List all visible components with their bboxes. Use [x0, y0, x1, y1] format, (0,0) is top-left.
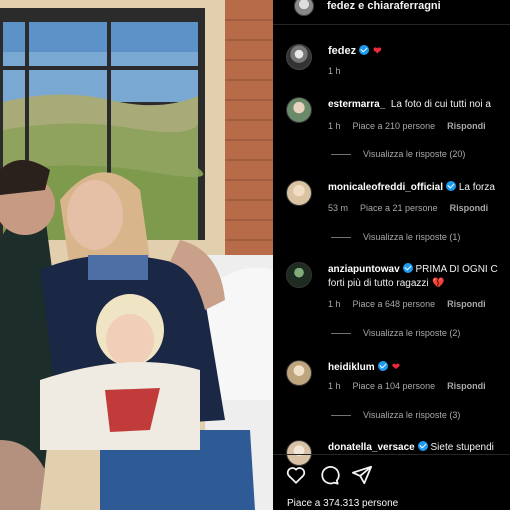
post-detail-panel: fedez e chiaraferragni fedez ❤ 1 h esterm…	[273, 0, 510, 510]
heart-icon[interactable]	[285, 464, 307, 486]
post-likes-count[interactable]: Piace a 374.313 persone	[287, 498, 398, 509]
comment-likes[interactable]: Piace a 210 persone	[353, 121, 436, 131]
comment-text-row: heidiklum ❤	[328, 361, 400, 375]
comment-text: La foto di cui tutti noi a	[390, 99, 491, 110]
comment-avatar[interactable]	[286, 97, 312, 123]
view-replies-button[interactable]: Visualizza le risposte (2)	[331, 328, 460, 338]
view-replies-label: Visualizza le risposte (20)	[363, 149, 466, 159]
post-header: fedez e chiaraferragni	[273, 0, 510, 20]
comment-username[interactable]: monicaleofreddi_official	[328, 182, 443, 193]
reply-button[interactable]: Rispondi	[447, 381, 486, 391]
caption-username[interactable]: fedez	[328, 45, 356, 57]
comment-text-row: donatella_versace Siete stupendi	[328, 441, 494, 455]
comment-likes[interactable]: Piace a 648 persone	[353, 299, 436, 309]
comment-time: 53 m	[328, 203, 349, 213]
verified-icon	[446, 181, 457, 191]
comment-text-cont: forti più di tutto ragazzi	[328, 278, 429, 289]
comment-text-row: anziapuntowav PRIMA DI OGNI C	[328, 263, 498, 277]
caption-username-row: fedez ❤	[328, 45, 382, 57]
post-photo[interactable]	[0, 0, 273, 510]
family-photo-image	[0, 0, 273, 510]
view-replies-button[interactable]: Visualizza le risposte (20)	[331, 149, 465, 159]
comment-likes[interactable]: Piace a 21 persone	[360, 203, 438, 213]
comment-username[interactable]: donatella_versace	[328, 442, 415, 453]
view-replies-button[interactable]: Visualizza le risposte (3)	[331, 410, 460, 420]
comment-likes[interactable]: Piace a 104 persone	[353, 381, 436, 391]
view-replies-label: Visualizza le risposte (3)	[363, 410, 461, 420]
comment-text-row: monicaleofreddi_official La forza	[328, 181, 495, 195]
red-heart-icon: ❤	[391, 362, 401, 373]
verified-icon	[377, 361, 388, 371]
post-header-title[interactable]: fedez e chiaraferragni	[327, 0, 441, 12]
replies-line	[331, 415, 351, 417]
reply-button[interactable]: Rispondi	[447, 121, 486, 131]
comment-username[interactable]: heidiklum	[328, 362, 375, 373]
replies-line	[331, 333, 351, 335]
divider	[273, 24, 510, 25]
red-heart-icon: ❤	[373, 46, 382, 57]
share-icon[interactable]	[351, 464, 373, 486]
comment-text-row: estermarra_ La foto di cui tutti noi a	[328, 98, 491, 112]
verified-icon	[359, 45, 370, 55]
comment-meta: 1 h Piace a 648 persone Rispondi	[328, 299, 498, 309]
comment-avatar[interactable]	[286, 262, 312, 288]
comment-avatar[interactable]	[286, 360, 312, 386]
comment-avatar[interactable]	[286, 180, 312, 206]
comment-time: 1 h	[328, 121, 341, 131]
view-replies-label: Visualizza le risposte (1)	[363, 232, 461, 242]
post-actions-bar	[273, 464, 510, 488]
comment-username[interactable]: estermarra_	[328, 99, 385, 110]
comment-time: 1 h	[328, 381, 341, 391]
comment-meta: 53 m Piace a 21 persone Rispondi	[328, 203, 500, 213]
broken-heart-icon: 💔	[432, 278, 445, 289]
replies-line	[331, 237, 351, 239]
comment-text: La forza	[458, 182, 495, 193]
comment-text: PRIMA DI OGNI C	[415, 264, 498, 275]
comment-meta: 1 h Piace a 210 persone Rispondi	[328, 121, 498, 131]
verified-icon	[402, 263, 413, 273]
comment-meta: 1 h Piace a 104 persone Rispondi	[328, 381, 498, 391]
comment-username[interactable]: anziapuntowav	[328, 264, 400, 275]
reply-button[interactable]: Rispondi	[450, 203, 489, 213]
verified-icon	[417, 441, 428, 451]
comment-text: Siete stupendi	[430, 442, 494, 453]
replies-line	[331, 154, 351, 156]
caption-time: 1 h	[328, 66, 341, 76]
comment-text-line2: forti più di tutto ragazzi 💔	[328, 277, 445, 291]
reply-button[interactable]: Rispondi	[447, 299, 486, 309]
view-replies-label: Visualizza le risposte (2)	[363, 328, 461, 338]
comment-icon[interactable]	[318, 464, 340, 486]
caption-avatar[interactable]	[286, 44, 312, 70]
comment-avatar[interactable]	[286, 440, 312, 466]
view-replies-button[interactable]: Visualizza le risposte (1)	[331, 232, 460, 242]
divider	[273, 454, 510, 455]
header-avatar[interactable]	[294, 0, 314, 16]
comment-time: 1 h	[328, 299, 341, 309]
